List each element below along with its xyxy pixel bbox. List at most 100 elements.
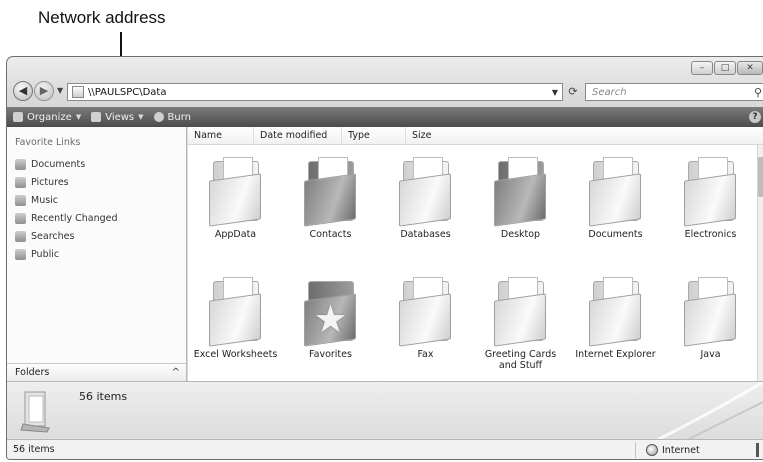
folder-label: Desktop bbox=[500, 229, 541, 240]
details-pane: 56 items bbox=[7, 381, 763, 442]
burn-disc-icon bbox=[153, 112, 164, 122]
folder-label: Databases bbox=[400, 229, 451, 240]
status-bar: 56 items Internet bbox=[7, 439, 763, 459]
recent-pages-dropdown[interactable]: ▼ bbox=[57, 86, 63, 95]
caption-buttons: – □ ✕ bbox=[691, 61, 763, 75]
scrollbar-thumb[interactable] bbox=[758, 157, 763, 197]
organize-button[interactable]: Organize ▼ bbox=[13, 112, 81, 123]
explorer-window: – □ ✕ ◀ ▶ ▼ \\PAULSPC\Data ▼ ⟳ Search ⚲ … bbox=[6, 56, 763, 460]
pictures-icon bbox=[15, 176, 26, 188]
decorative-swirl bbox=[652, 382, 763, 442]
details-item-count: 56 items bbox=[79, 390, 128, 403]
refresh-button[interactable]: ⟳ bbox=[565, 83, 581, 101]
folder-label: Java bbox=[700, 349, 721, 360]
search-input[interactable]: Search ⚲ bbox=[585, 83, 763, 101]
favorite-link-label: Searches bbox=[31, 230, 75, 242]
folder-icon bbox=[676, 275, 746, 347]
folder-item[interactable]: Excel Worksheets bbox=[188, 267, 283, 387]
folder-label: Favorites bbox=[309, 349, 352, 360]
folders-bar[interactable]: Folders ^ bbox=[7, 363, 186, 381]
search-icon[interactable]: ⚲ bbox=[754, 86, 762, 99]
folder-label: Electronics bbox=[684, 229, 737, 240]
folder-icon bbox=[391, 275, 461, 347]
searches-icon bbox=[15, 230, 26, 242]
folder-label: Excel Worksheets bbox=[193, 349, 278, 360]
views-icon bbox=[91, 112, 102, 122]
status-item-count: 56 items bbox=[13, 444, 55, 455]
favorite-links-title: Favorite Links bbox=[15, 137, 81, 148]
favorite-link-pictures[interactable]: Pictures bbox=[15, 173, 118, 191]
favorite-link-music[interactable]: Music bbox=[15, 191, 118, 209]
favorite-link-documents[interactable]: Documents bbox=[15, 155, 118, 173]
callout-label: Network address bbox=[38, 8, 166, 27]
folder-item[interactable]: Java bbox=[663, 267, 758, 387]
folder-item[interactable]: ★ Favorites bbox=[283, 267, 378, 387]
folder-icon bbox=[581, 275, 651, 347]
folder-item[interactable]: Fax bbox=[378, 267, 473, 387]
folder-label: AppData bbox=[214, 229, 257, 240]
burn-button[interactable]: Burn bbox=[153, 112, 191, 123]
desktop-folder-icon bbox=[486, 155, 556, 227]
folder-icon bbox=[486, 275, 556, 347]
command-bar: Organize ▼ Views ▼ Burn ? bbox=[7, 107, 763, 127]
minimize-button[interactable]: – bbox=[691, 61, 713, 75]
back-button[interactable]: ◀ bbox=[13, 81, 33, 101]
folder-item[interactable]: Electronics bbox=[663, 147, 758, 267]
folder-label: Fax bbox=[417, 349, 434, 360]
favorite-link-label: Public bbox=[31, 248, 60, 260]
close-button[interactable]: ✕ bbox=[737, 61, 763, 75]
column-header-name[interactable]: Name bbox=[188, 127, 254, 145]
favorite-links-list: Documents Pictures Music Recently Change… bbox=[15, 155, 118, 263]
address-bar[interactable]: \\PAULSPC\Data ▼ bbox=[67, 83, 563, 101]
folder-item[interactable]: Internet Explorer bbox=[568, 267, 663, 387]
file-list-pane: Name Date modified Type Size AppData Con… bbox=[188, 127, 763, 381]
maximize-button[interactable]: □ bbox=[714, 61, 736, 75]
favorite-link-public[interactable]: Public bbox=[15, 245, 118, 263]
favorite-link-label: Pictures bbox=[31, 176, 69, 188]
organize-icon bbox=[13, 112, 23, 122]
favorite-link-label: Documents bbox=[31, 158, 86, 170]
recently-changed-icon bbox=[15, 212, 26, 224]
folder-item[interactable]: Desktop bbox=[473, 147, 568, 267]
views-label: Views bbox=[105, 111, 135, 123]
address-row: ◀ ▶ ▼ \\PAULSPC\Data ▼ ⟳ Search ⚲ bbox=[7, 79, 763, 107]
address-dropdown-icon[interactable]: ▼ bbox=[552, 88, 558, 97]
help-icon[interactable]: ? bbox=[749, 111, 761, 123]
folder-item[interactable]: Databases bbox=[378, 147, 473, 267]
folder-icon bbox=[201, 155, 271, 227]
documents-folder-icon bbox=[581, 155, 651, 227]
folder-label: Internet Explorer bbox=[575, 349, 656, 360]
search-placeholder: Search bbox=[592, 86, 627, 98]
folder-label: Documents bbox=[588, 229, 643, 240]
contacts-folder-icon bbox=[296, 155, 366, 227]
security-zone-label: Internet bbox=[662, 444, 700, 456]
globe-icon bbox=[646, 444, 658, 456]
vertical-scrollbar[interactable] bbox=[757, 145, 763, 381]
folders-label: Folders bbox=[15, 367, 50, 378]
organize-label: Organize bbox=[27, 111, 72, 123]
column-header-size[interactable]: Size bbox=[406, 127, 464, 145]
favorites-star-icon: ★ bbox=[296, 275, 366, 347]
column-header-date-modified[interactable]: Date modified bbox=[254, 127, 342, 145]
chevron-down-icon: ▼ bbox=[75, 113, 82, 121]
views-button[interactable]: Views ▼ bbox=[91, 111, 144, 123]
folder-item[interactable]: Documents bbox=[568, 147, 663, 267]
folder-label: Contacts bbox=[309, 229, 352, 240]
address-path[interactable]: \\PAULSPC\Data bbox=[88, 87, 552, 98]
folder-item[interactable]: Greeting Cards and Stuff bbox=[473, 267, 568, 387]
favorite-link-recently-changed[interactable]: Recently Changed bbox=[15, 209, 118, 227]
folder-item[interactable]: AppData bbox=[188, 147, 283, 267]
resize-grip[interactable] bbox=[756, 443, 759, 457]
documents-icon bbox=[15, 158, 26, 170]
navigation-pane: Favorite Links Documents Pictures Music … bbox=[7, 127, 187, 381]
folder-item[interactable]: Contacts bbox=[283, 147, 378, 267]
favorite-link-searches[interactable]: Searches bbox=[15, 227, 118, 245]
forward-button[interactable]: ▶ bbox=[34, 81, 54, 101]
folder-icon bbox=[201, 275, 271, 347]
folder-icon bbox=[391, 155, 461, 227]
network-folder-icon bbox=[72, 86, 84, 98]
chevron-down-icon: ▼ bbox=[138, 113, 144, 121]
chevron-up-icon[interactable]: ^ bbox=[172, 367, 180, 378]
column-header-type[interactable]: Type bbox=[342, 127, 406, 145]
public-icon bbox=[15, 248, 26, 260]
